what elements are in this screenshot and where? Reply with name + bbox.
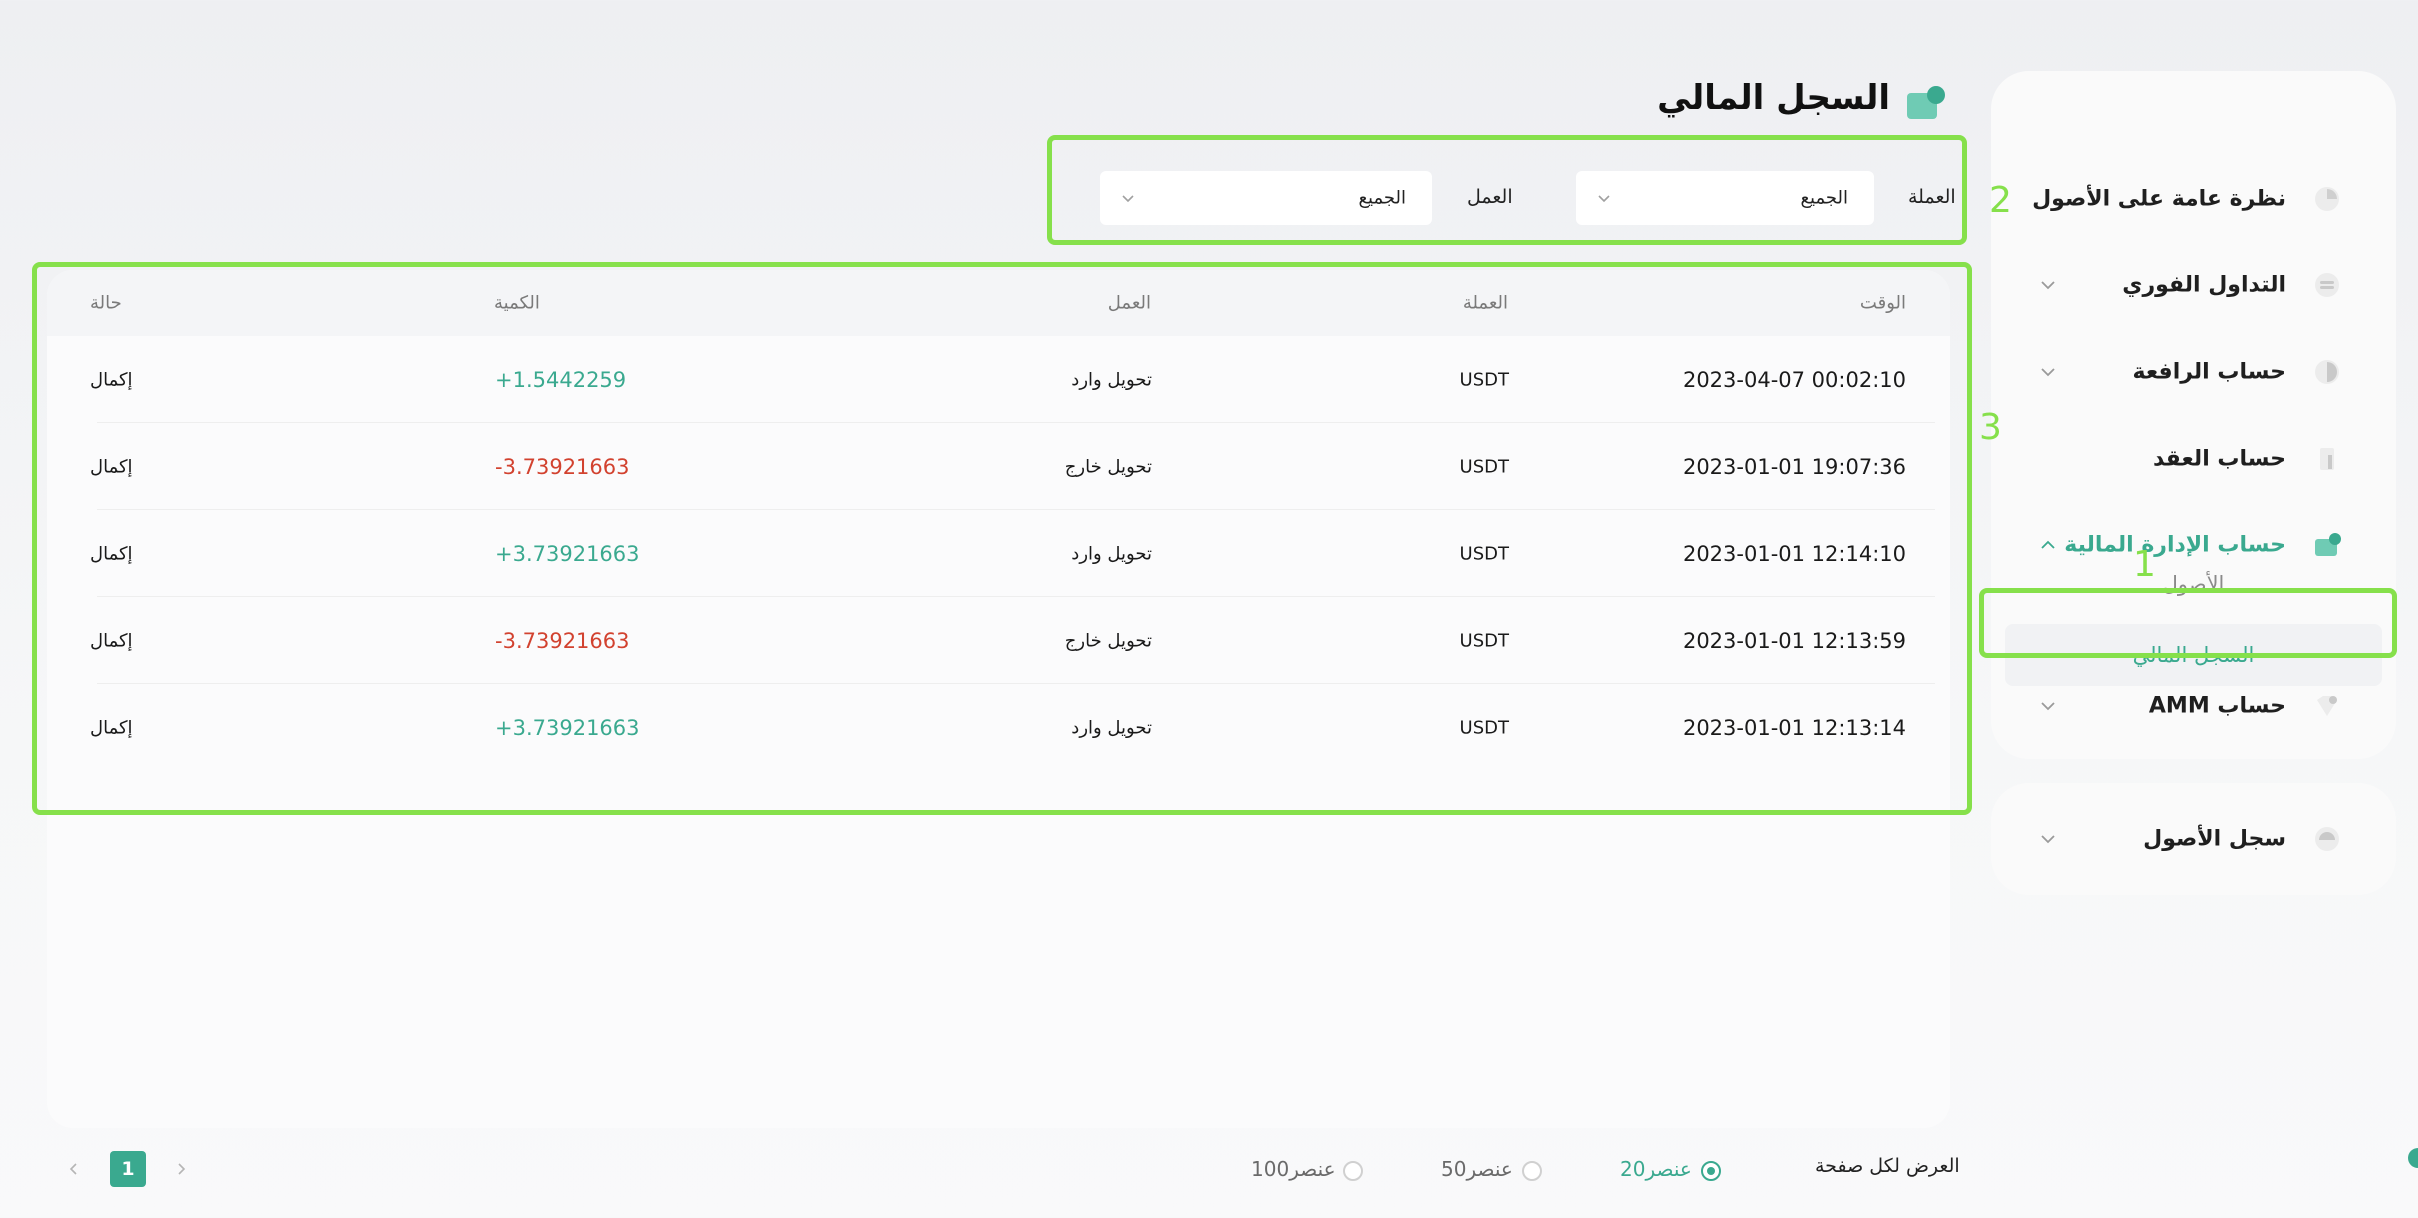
- per-page-label: العرض لكل صفحة: [1815, 1155, 1960, 1177]
- prev-page-icon[interactable]: [64, 1159, 84, 1179]
- sidebar-item-label: التداول الفوري: [2122, 272, 2286, 298]
- annotation-number-2: 2: [1989, 180, 2012, 221]
- chevron-down-icon[interactable]: [2037, 695, 2059, 717]
- sidebar-item-leverage-account[interactable]: حساب الرافعة: [1991, 342, 2396, 402]
- sidebar-history-card: سجل الأصول: [1991, 783, 2396, 895]
- heart-icon: [2312, 691, 2342, 721]
- per-page-50-label[interactable]: 50عنصر: [1441, 1157, 1513, 1181]
- chevron-down-icon[interactable]: [2037, 361, 2059, 383]
- annotation-number-3: 3: [1979, 407, 2002, 448]
- chevron-down-icon[interactable]: [2037, 828, 2059, 850]
- sidebar-item-label: حساب AMM: [2148, 693, 2286, 719]
- edge-indicator: [2408, 1148, 2418, 1168]
- sidebar-item-label: نظرة عامة على الأصول: [2032, 186, 2286, 212]
- per-page-20-label[interactable]: 20عنصر: [1620, 1157, 1692, 1181]
- leverage-icon: [2312, 357, 2342, 387]
- exchange-icon: [2312, 270, 2342, 300]
- per-page-100-radio[interactable]: [1343, 1161, 1363, 1181]
- wallet-icon: [1905, 83, 1947, 123]
- chevron-down-icon[interactable]: [2037, 274, 2059, 296]
- annotation-box-2: [1047, 135, 1967, 245]
- sidebar-item-contract-account[interactable]: حساب العقد: [1991, 429, 2396, 489]
- pie-chart-icon: [2312, 184, 2342, 214]
- annotation-box-1: [1979, 588, 2397, 658]
- per-page-20-radio[interactable]: [1701, 1161, 1721, 1181]
- sidebar-item-label: حساب الرافعة: [2132, 359, 2286, 385]
- annotation-box-3: [32, 262, 1972, 815]
- history-icon: [2312, 824, 2342, 854]
- contract-icon: [2312, 444, 2342, 474]
- per-page-100-label[interactable]: 100عنصر: [1251, 1157, 1336, 1181]
- sidebar-item-asset-history[interactable]: سجل الأصول: [1991, 809, 2396, 869]
- sidebar-item-assets-overview[interactable]: نظرة عامة على الأصول: [1991, 169, 2396, 229]
- sidebar-item-label: سجل الأصول: [2143, 826, 2286, 852]
- sidebar-item-label: حساب العقد: [2152, 446, 2286, 472]
- per-page-50-radio[interactable]: [1522, 1161, 1542, 1181]
- sidebar-item-spot-trading[interactable]: التداول الفوري: [1991, 255, 2396, 315]
- page-number-button[interactable]: 1: [110, 1151, 146, 1187]
- next-page-icon[interactable]: [171, 1159, 191, 1179]
- sidebar-item-amm-account[interactable]: حساب AMM: [1991, 676, 2396, 736]
- annotation-number-1: 1: [2133, 544, 2156, 585]
- page-title: السجل المالي: [1657, 78, 1890, 118]
